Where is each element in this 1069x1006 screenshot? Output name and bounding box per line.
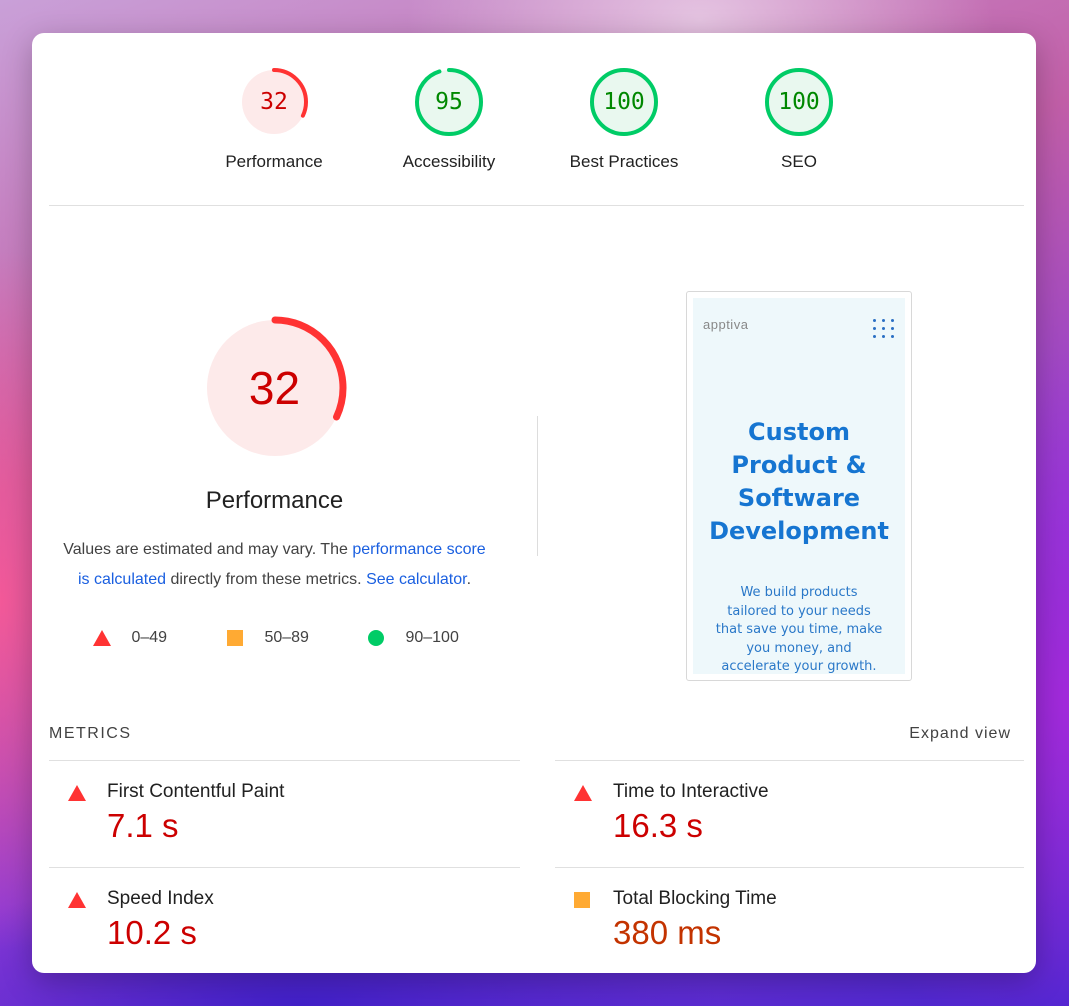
apptiva-logo: apptiva: [703, 317, 749, 332]
gauge-best-practices-score: 100: [603, 89, 645, 115]
legend-fail-range: 0–49: [131, 629, 168, 646]
vertical-divider: [537, 416, 538, 556]
gauge-seo[interactable]: 100 SEO: [729, 66, 869, 172]
score-legend: 0–49 50–89 90–100: [32, 628, 517, 652]
metric-value: 380 ms: [613, 914, 722, 951]
gauge-best-practices[interactable]: 100 Best Practices: [554, 66, 694, 172]
desc-suffix: .: [466, 570, 472, 588]
performance-section: 32 Performance Values are estimated and …: [32, 313, 517, 652]
metric-name: Time to Interactive: [613, 781, 769, 802]
metric-value: 7.1 s: [107, 807, 179, 844]
triangle-icon: [574, 785, 592, 801]
section-divider: [49, 205, 1024, 206]
expand-view-button[interactable]: Expand view: [909, 725, 1011, 743]
gauge-accessibility-label: Accessibility: [402, 152, 496, 171]
performance-big-gauge: 32: [200, 313, 350, 463]
metrics-divider: [49, 760, 520, 761]
heading-line: Software: [737, 484, 861, 512]
gauge-seo-label: SEO: [781, 152, 817, 171]
gauge-performance-score: 32: [260, 89, 288, 115]
metric-name: Speed Index: [107, 888, 214, 909]
gauge-accessibility-score: 95: [435, 89, 463, 115]
circle-icon: [368, 629, 384, 646]
body-line: you money, and: [746, 640, 852, 656]
see-calculator-link[interactable]: See calculator: [366, 571, 467, 588]
metric-value: 10.2 s: [107, 914, 197, 951]
legend-average: 50–89: [227, 628, 309, 648]
triangle-icon: [68, 892, 86, 908]
legend-pass: 90–100: [368, 628, 459, 648]
body-line: We build products: [740, 585, 858, 600]
triangle-icon: [93, 629, 111, 646]
body-line: accelerate your growth.: [721, 659, 877, 674]
final-screenshot[interactable]: apptiva Custom Product & Software Develo…: [686, 291, 912, 681]
triangle-icon: [68, 785, 86, 801]
gauge-performance-label: Performance: [225, 152, 323, 171]
screenshot-heading: Custom Product & Software Development: [693, 416, 905, 548]
legend-fail: 0–49: [93, 628, 167, 648]
performance-big-score: 32: [248, 362, 301, 414]
square-icon: [574, 892, 590, 908]
performance-title: Performance: [205, 487, 344, 514]
heading-line: Product &: [731, 451, 867, 479]
square-icon: [227, 629, 243, 646]
legend-pass-range: 90–100: [405, 629, 459, 646]
body-line: tailored to your needs: [727, 603, 871, 619]
metrics-divider: [49, 867, 520, 868]
metrics-divider: [555, 867, 1024, 868]
gauge-performance[interactable]: 32 Performance: [204, 66, 344, 172]
body-line: that save you time, make: [715, 622, 883, 637]
heading-line: Custom: [748, 418, 850, 446]
metrics-divider: [555, 760, 1024, 761]
performance-description: Values are estimated and may vary. The p…: [60, 535, 490, 594]
score-gauges: 32 Performance 95 Accessibility 100 Best…: [32, 33, 1036, 206]
gauge-seo-score: 100: [778, 89, 820, 115]
metric-name: First Contentful Paint: [107, 781, 285, 802]
legend-average-range: 50–89: [264, 629, 309, 646]
gauge-best-practices-label: Best Practices: [569, 152, 679, 171]
desc-prefix: Values are estimated and may vary. The: [63, 541, 353, 558]
metric-name: Total Blocking Time: [613, 888, 777, 909]
screenshot-body: We build products tailored to your needs…: [707, 584, 891, 677]
menu-grid-icon: [873, 319, 895, 341]
screenshot-page: apptiva Custom Product & Software Develo…: [693, 298, 905, 674]
metric-value: 16.3 s: [613, 807, 703, 844]
lighthouse-report-card: 32 Performance 95 Accessibility 100 Best…: [32, 33, 1036, 973]
gauge-accessibility[interactable]: 95 Accessibility: [379, 66, 519, 172]
metrics-header: METRICS: [49, 725, 132, 742]
heading-line: Development: [709, 517, 889, 545]
desc-middle: directly from these metrics.: [166, 570, 367, 588]
